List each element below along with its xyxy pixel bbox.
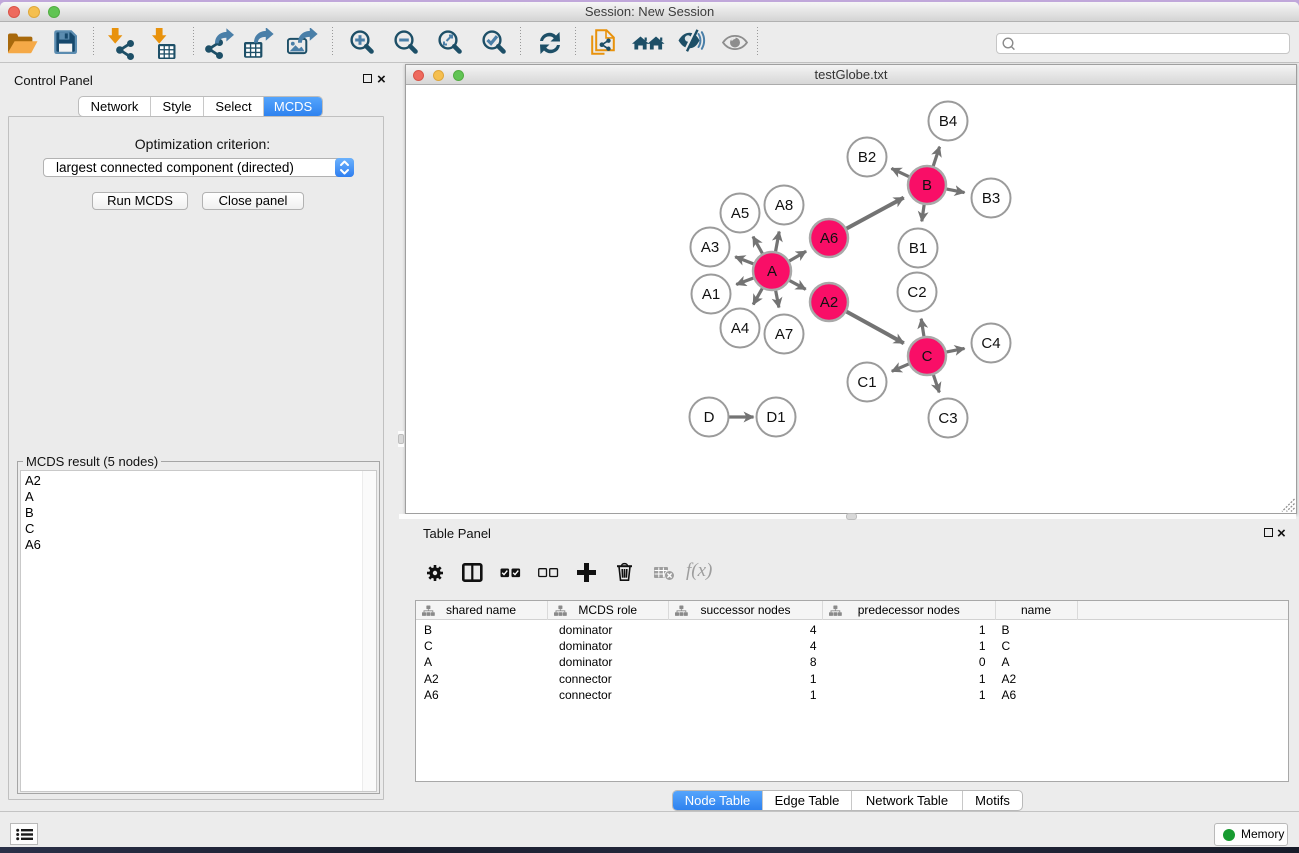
- svg-text:C: C: [922, 348, 933, 365]
- svg-text:D: D: [704, 409, 715, 426]
- svg-text:A3: A3: [701, 239, 719, 256]
- svg-text:C1: C1: [857, 374, 876, 391]
- svg-text:C3: C3: [938, 410, 957, 427]
- svg-text:A8: A8: [775, 197, 793, 214]
- svg-text:A1: A1: [702, 286, 720, 303]
- svg-text:B4: B4: [939, 113, 957, 130]
- svg-text:B3: B3: [982, 190, 1000, 207]
- svg-text:A4: A4: [731, 320, 749, 337]
- svg-text:B1: B1: [909, 240, 927, 257]
- svg-text:A: A: [767, 263, 777, 280]
- svg-text:A6: A6: [820, 230, 838, 247]
- svg-text:C2: C2: [907, 284, 926, 301]
- svg-text:B2: B2: [858, 149, 876, 166]
- svg-text:B: B: [922, 177, 932, 194]
- svg-text:A7: A7: [775, 326, 793, 343]
- svg-text:D1: D1: [766, 409, 785, 426]
- svg-text:C4: C4: [981, 335, 1000, 352]
- svg-text:A5: A5: [731, 205, 749, 222]
- svg-text:A2: A2: [820, 294, 838, 311]
